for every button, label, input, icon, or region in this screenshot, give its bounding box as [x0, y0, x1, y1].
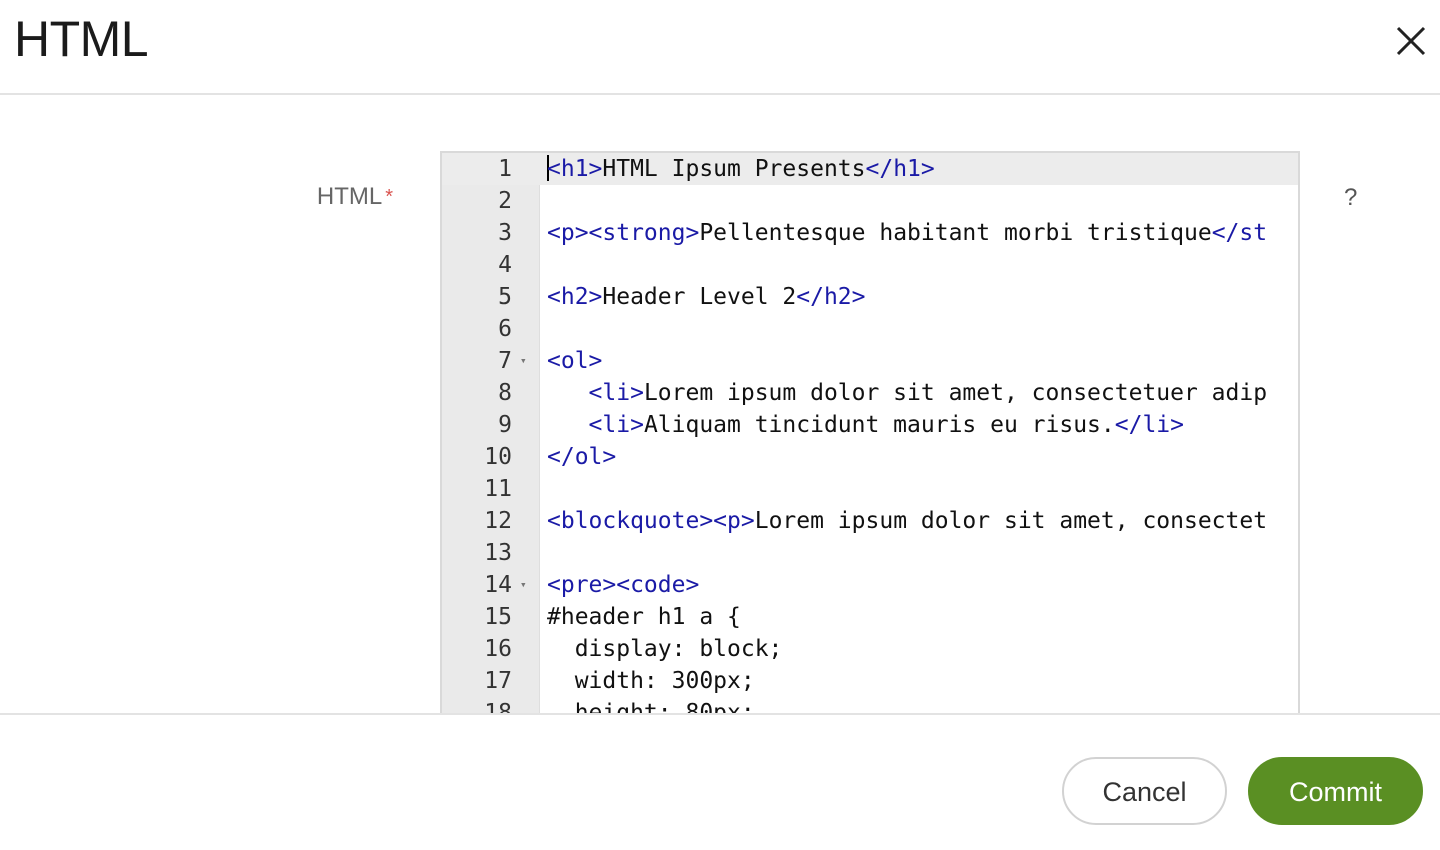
- code-line[interactable]: 8 <li>Lorem ipsum dolor sit amet, consec…: [442, 377, 1298, 409]
- code-text: <h2>Header Level 2</h2>: [547, 281, 866, 313]
- code-tag: </h2>: [796, 284, 866, 310]
- code-content: Lorem ipsum dolor sit amet, consectet: [754, 508, 1268, 534]
- code-tag: </li>: [1114, 412, 1184, 438]
- code-line[interactable]: 18 height: 80px;: [442, 697, 1298, 713]
- code-line[interactable]: 3 <p><strong>Pellentesque habitant morbi …: [442, 217, 1298, 249]
- code-text: <pre><code>: [547, 569, 699, 601]
- code-tag: <li>: [588, 380, 644, 406]
- line-number: 5: [498, 284, 512, 310]
- code-content: Pellentesque habitant morbi tristique: [699, 220, 1212, 246]
- line-number: 7: [498, 348, 512, 374]
- code-lines: 1 <h1>HTML Ipsum Presents</h1> 2 3 <p><stron…: [442, 153, 1298, 713]
- code-line[interactable]: 7 ▾ <ol>: [442, 345, 1298, 377]
- line-number: 12: [484, 508, 512, 534]
- code-content: display: block;: [547, 636, 783, 662]
- code-content: height: 80px;: [547, 700, 755, 713]
- line-number: 9: [498, 412, 512, 438]
- code-tag: <blockquote><p>: [547, 508, 755, 534]
- code-content: HTML Ipsum Presents: [602, 156, 866, 182]
- line-number: 2: [498, 188, 512, 214]
- code-tag: <h1>: [547, 156, 603, 182]
- code-line[interactable]: 5 <h2>Header Level 2</h2>: [442, 281, 1298, 313]
- code-text: </ol>: [547, 441, 616, 473]
- code-line[interactable]: 1 <h1>HTML Ipsum Presents</h1>: [442, 153, 1298, 185]
- line-number: 15: [484, 604, 512, 630]
- code-text: height: 80px;: [547, 697, 755, 713]
- cancel-button[interactable]: Cancel: [1062, 757, 1227, 825]
- code-tag: <li>: [588, 412, 644, 438]
- code-text: <li>Lorem ipsum dolor sit amet, consecte…: [547, 377, 1268, 409]
- code-text: <h1>HTML Ipsum Presents</h1>: [547, 153, 935, 185]
- code-line[interactable]: 10 </ol>: [442, 441, 1298, 473]
- dialog-footer: Cancel Commit: [0, 713, 1440, 850]
- code-text: <blockquote><p>Lorem ipsum dolor sit ame…: [547, 505, 1267, 537]
- code-tag: </st: [1211, 220, 1268, 246]
- code-tag: </h1>: [865, 156, 935, 182]
- html-dialog: HTML HTML * 1 <h1>HTML Ipsum Presents</h1>…: [0, 0, 1440, 850]
- line-number: 18: [484, 700, 512, 713]
- code-line[interactable]: 13: [442, 537, 1298, 569]
- code-line[interactable]: 15 #header h1 a {: [442, 601, 1298, 633]
- code-line[interactable]: 16 display: block;: [442, 633, 1298, 665]
- code-content: Header Level 2: [602, 284, 797, 310]
- code-content: width: 300px;: [547, 668, 755, 694]
- code-line[interactable]: 12 <blockquote><p>Lorem ipsum dolor sit a…: [442, 505, 1298, 537]
- close-icon: [1396, 26, 1426, 56]
- code-content: [547, 412, 589, 438]
- code-tag: </ol>: [547, 444, 617, 470]
- line-number: 3: [498, 220, 512, 246]
- code-line[interactable]: 4: [442, 249, 1298, 281]
- code-line[interactable]: 14 ▾ <pre><code>: [442, 569, 1298, 601]
- code-content: Aliquam tincidunt mauris eu risus.: [643, 412, 1115, 438]
- line-number: 4: [498, 252, 512, 278]
- code-line[interactable]: 17 width: 300px;: [442, 665, 1298, 697]
- close-button[interactable]: [1390, 20, 1434, 60]
- line-number: 8: [498, 380, 512, 406]
- code-text: #header h1 a {: [547, 601, 741, 633]
- html-field-label-text: HTML: [316, 183, 383, 210]
- code-content: #header h1 a {: [547, 604, 741, 630]
- dialog-header: HTML: [0, 0, 1440, 95]
- code-content: Lorem ipsum dolor sit amet, consectetuer…: [643, 380, 1268, 406]
- code-text: display: block;: [547, 633, 783, 665]
- line-number: 1: [498, 156, 512, 182]
- line-number: 13: [484, 540, 512, 566]
- dialog-body: HTML * 1 <h1>HTML Ipsum Presents</h1> 2 3 <p>…: [0, 97, 1440, 713]
- code-editor[interactable]: 1 <h1>HTML Ipsum Presents</h1> 2 3 <p><stron…: [440, 151, 1300, 713]
- line-number: 11: [484, 476, 512, 502]
- required-marker: *: [385, 186, 393, 208]
- line-number: 17: [484, 668, 512, 694]
- code-line[interactable]: 6: [442, 313, 1298, 345]
- code-tag: <ol>: [547, 348, 603, 374]
- dialog-title: HTML: [14, 11, 149, 67]
- code-text: <p><strong>Pellentesque habitant morbi t…: [547, 217, 1267, 249]
- help-icon[interactable]: ?: [1344, 185, 1357, 211]
- line-number: 10: [484, 444, 512, 470]
- code-tag: <p><strong>: [547, 220, 700, 246]
- line-number: 14: [484, 572, 512, 598]
- code-tag: <pre><code>: [547, 572, 700, 598]
- code-line[interactable]: 9 <li>Aliquam tincidunt mauris eu risus.…: [442, 409, 1298, 441]
- code-content: [547, 380, 589, 406]
- code-text: <ol>: [547, 345, 602, 377]
- code-tag: <h2>: [547, 284, 603, 310]
- html-field-label: HTML *: [317, 183, 393, 211]
- code-line[interactable]: 11: [442, 473, 1298, 505]
- line-number: 6: [498, 316, 512, 342]
- fold-toggle-icon[interactable]: ▾: [520, 345, 527, 377]
- code-text: <li>Aliquam tincidunt mauris eu risus.</…: [547, 409, 1184, 441]
- code-line[interactable]: 2: [442, 185, 1298, 217]
- line-number: 16: [484, 636, 512, 662]
- fold-toggle-icon[interactable]: ▾: [520, 569, 527, 601]
- commit-button[interactable]: Commit: [1248, 757, 1423, 825]
- code-text: width: 300px;: [547, 665, 755, 697]
